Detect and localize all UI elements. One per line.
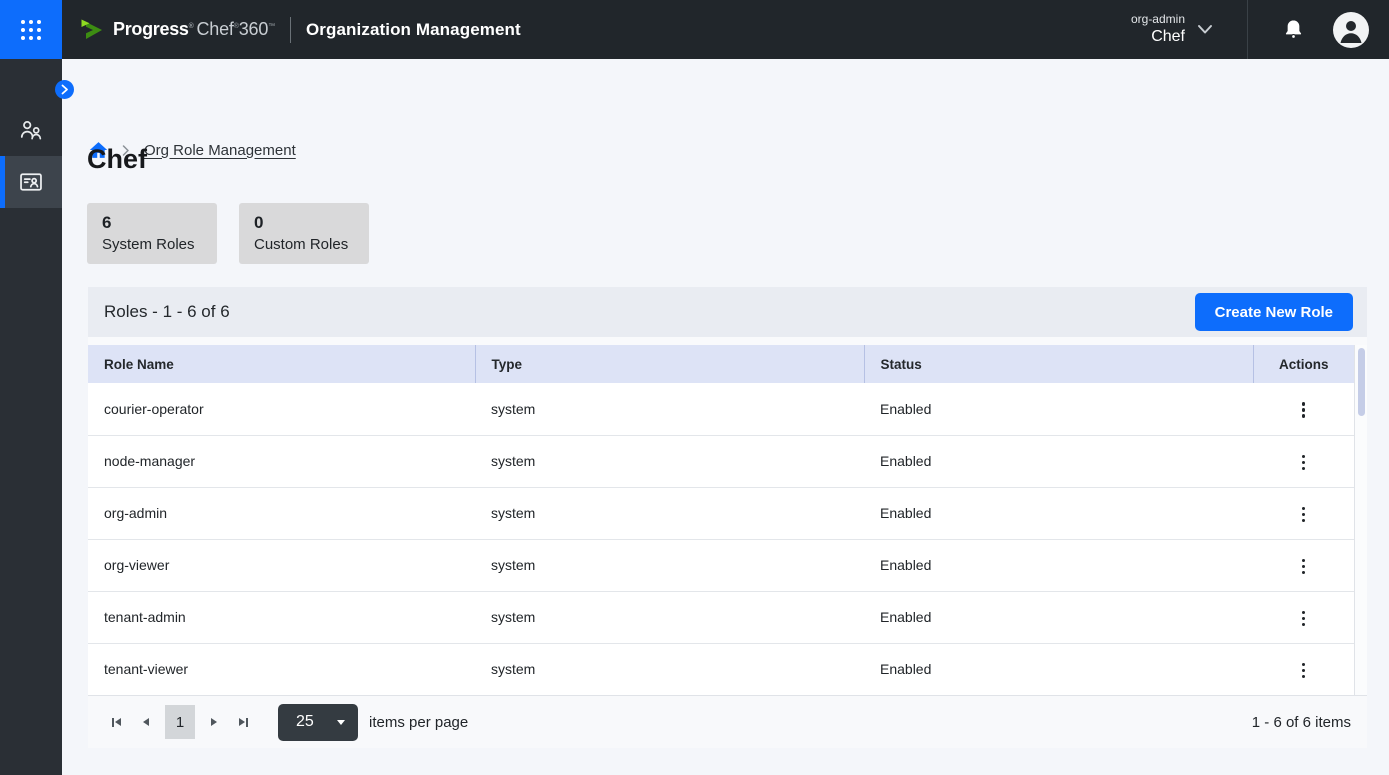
role-type-cell: system xyxy=(475,539,864,591)
role-name-cell: node-manager xyxy=(88,435,475,487)
top-header: Progress® Chef®360™ Organization Managem… xyxy=(0,0,1389,59)
next-page-icon xyxy=(211,718,217,726)
table-footer: 1 25 items per page 1 - 6 of 6 items xyxy=(88,695,1367,748)
role-name-cell: tenant-admin xyxy=(88,591,475,643)
role-type-cell: system xyxy=(475,591,864,643)
roles-table-body: Role Name Type Status Actions courier-op… xyxy=(88,345,1367,695)
bell-icon xyxy=(1282,18,1305,41)
roles-table-wrap: Role Name Type Status Actions courier-op… xyxy=(88,345,1354,695)
role-status-cell: Enabled xyxy=(864,591,1253,643)
breadcrumb-link-org-role-management[interactable]: Org Role Management xyxy=(144,142,296,159)
custom-roles-stat-card: 0 Custom Roles xyxy=(239,203,369,264)
table-row: tenant-admin system Enabled xyxy=(88,591,1354,643)
apps-grid-icon xyxy=(21,20,41,40)
chevron-right-icon xyxy=(61,84,69,95)
user-org-label: Chef xyxy=(1131,27,1185,47)
progress-logo-icon xyxy=(79,17,105,43)
column-header-actions: Actions xyxy=(1253,345,1354,383)
role-type-cell: system xyxy=(475,383,864,435)
header-vertical-divider xyxy=(1247,0,1248,59)
sidebar-item-users[interactable] xyxy=(0,104,62,156)
org-switcher[interactable]: org-admin Chef xyxy=(1131,12,1185,47)
first-page-icon xyxy=(112,718,114,727)
items-range-label: 1 - 6 of 6 items xyxy=(1252,714,1351,731)
table-row: org-admin system Enabled xyxy=(88,487,1354,539)
table-row: tenant-viewer system Enabled xyxy=(88,643,1354,695)
last-page-button[interactable] xyxy=(231,710,256,735)
role-status-cell: Enabled xyxy=(864,383,1253,435)
role-status-cell: Enabled xyxy=(864,487,1253,539)
table-row: courier-operator system Enabled xyxy=(88,383,1354,435)
role-name-cell: tenant-viewer xyxy=(88,643,475,695)
last-page-icon xyxy=(239,718,245,726)
brand-progress-text: Progress® xyxy=(113,19,194,40)
sidebar-item-org-roles[interactable] xyxy=(0,156,62,208)
role-type-cell: system xyxy=(475,487,864,539)
user-role-label: org-admin xyxy=(1131,12,1185,27)
brand-logo: Progress® Chef®360™ xyxy=(79,17,275,43)
next-page-button[interactable] xyxy=(203,710,225,734)
stats-row: 6 System Roles 0 Custom Roles xyxy=(87,203,369,264)
role-status-cell: Enabled xyxy=(864,539,1253,591)
role-name-cell: org-viewer xyxy=(88,539,475,591)
roles-table-card: Roles - 1 - 6 of 6 Create New Role Role … xyxy=(88,287,1367,748)
page-size-dropdown[interactable]: 25 xyxy=(278,704,358,741)
page-title: Chef xyxy=(87,144,147,175)
role-name-cell: courier-operator xyxy=(88,383,475,435)
roles-card-titlebar: Roles - 1 - 6 of 6 Create New Role xyxy=(88,287,1367,337)
first-page-button[interactable] xyxy=(104,710,129,735)
custom-roles-count: 0 xyxy=(254,212,354,234)
role-type-cell: system xyxy=(475,643,864,695)
sidebar-expand-toggle[interactable] xyxy=(55,80,74,99)
user-avatar-button[interactable] xyxy=(1333,12,1369,48)
page-size-value: 25 xyxy=(296,713,314,731)
left-sidebar xyxy=(0,59,62,775)
system-roles-label: System Roles xyxy=(102,234,202,255)
caret-down-icon xyxy=(337,720,345,725)
row-actions-kebab-button[interactable] xyxy=(1292,395,1316,425)
table-row: node-manager system Enabled xyxy=(88,435,1354,487)
app-launcher-button[interactable] xyxy=(0,0,62,59)
row-actions-kebab-button[interactable] xyxy=(1292,552,1316,582)
row-actions-kebab-button[interactable] xyxy=(1292,656,1316,686)
previous-page-icon xyxy=(143,718,149,726)
roles-table: Role Name Type Status Actions courier-op… xyxy=(88,345,1354,696)
system-roles-stat-card: 6 System Roles xyxy=(87,203,217,264)
table-header-row: Role Name Type Status Actions xyxy=(88,345,1354,383)
system-roles-count: 6 xyxy=(102,212,202,234)
column-header-status: Status xyxy=(864,345,1253,383)
table-row: org-viewer system Enabled xyxy=(88,539,1354,591)
person-icon xyxy=(1333,12,1369,48)
header-right-cluster: org-admin Chef xyxy=(1131,0,1389,59)
header-divider xyxy=(290,17,291,43)
row-actions-kebab-button[interactable] xyxy=(1292,500,1316,530)
role-status-cell: Enabled xyxy=(864,643,1253,695)
previous-page-button[interactable] xyxy=(135,710,157,734)
current-page-button[interactable]: 1 xyxy=(165,705,195,739)
items-per-page-label: items per page xyxy=(369,714,468,731)
notifications-button[interactable] xyxy=(1282,18,1305,41)
card-spacer xyxy=(88,337,1367,345)
app-title: Organization Management xyxy=(306,20,521,40)
role-type-cell: system xyxy=(475,435,864,487)
table-scrollbar-track[interactable] xyxy=(1354,345,1367,695)
column-header-role-name: Role Name xyxy=(88,345,475,383)
row-actions-kebab-button[interactable] xyxy=(1292,448,1316,478)
id-card-icon xyxy=(18,169,44,195)
role-name-cell: org-admin xyxy=(88,487,475,539)
chevron-down-icon[interactable] xyxy=(1197,24,1213,35)
create-new-role-button[interactable]: Create New Role xyxy=(1195,293,1353,331)
brand-product-text: Chef®360™ xyxy=(197,19,275,40)
row-actions-kebab-button[interactable] xyxy=(1292,604,1316,634)
custom-roles-label: Custom Roles xyxy=(254,234,354,255)
role-status-cell: Enabled xyxy=(864,435,1253,487)
main-content: Org Role Management Chef 6 System Roles … xyxy=(62,59,1389,775)
table-scrollbar-thumb[interactable] xyxy=(1358,348,1365,416)
users-icon xyxy=(18,117,44,143)
column-header-type: Type xyxy=(475,345,864,383)
roles-card-title: Roles - 1 - 6 of 6 xyxy=(104,302,230,322)
